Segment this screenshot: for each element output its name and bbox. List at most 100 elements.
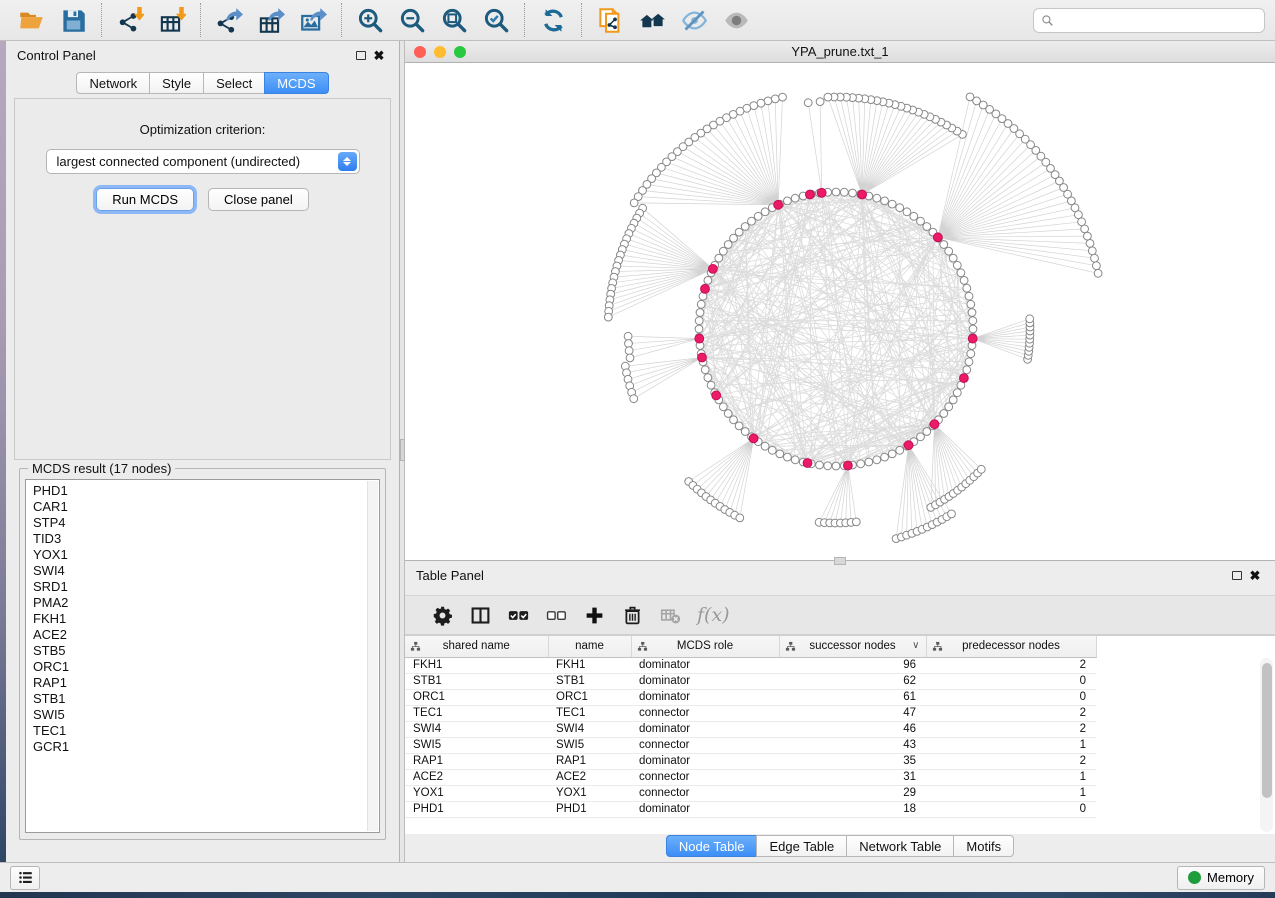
table-row[interactable]: SWI4SWI4dominator462 [405,721,1096,737]
table-cell[interactable]: 29 [779,785,926,801]
table-cell[interactable]: SWI4 [405,721,548,737]
tab-style[interactable]: Style [149,72,204,94]
table-cell[interactable]: dominator [631,673,779,689]
table-cell[interactable]: FKH1 [548,657,631,673]
table-cell[interactable]: 2 [926,657,1096,673]
table-cell[interactable]: ORC1 [405,689,548,705]
mcds-result-item[interactable]: ORC1 [33,659,379,675]
mcds-result-item[interactable]: STB1 [33,691,379,707]
zoom-selected-button[interactable] [475,3,517,37]
mcds-result-item[interactable]: SRD1 [33,579,379,595]
tab-node-table[interactable]: Node Table [666,835,758,857]
clone-network-button[interactable] [589,3,631,37]
table-panel-float-button[interactable] [1228,567,1246,583]
import-network-button[interactable] [109,3,151,37]
column-header-successor-nodes[interactable]: successor nodes∨ [779,636,926,657]
network-window-titlebar[interactable]: YPA_prune.txt_1 [405,41,1275,63]
column-header-mcds-role[interactable]: MCDS role [631,636,779,657]
table-cell[interactable]: 43 [779,737,926,753]
table-cell[interactable]: connector [631,737,779,753]
table-cell[interactable]: TEC1 [405,705,548,721]
table-row[interactable]: YOX1YOX1connector291 [405,785,1096,801]
zoom-out-button[interactable] [391,3,433,37]
mcds-result-item[interactable]: TEC1 [33,723,379,739]
mcds-result-item[interactable]: FKH1 [33,611,379,627]
tab-motifs[interactable]: Motifs [953,835,1014,857]
table-cell[interactable]: connector [631,705,779,721]
mcds-result-list[interactable]: PHD1CAR1STP4TID3YOX1SWI4SRD1PMA2FKH1ACE2… [25,479,380,833]
uncheck-pair-button[interactable] [537,599,575,631]
table-row[interactable]: SWI5SWI5connector431 [405,737,1096,753]
table-row[interactable]: STB1STB1dominator620 [405,673,1096,689]
table-cell[interactable]: SWI5 [405,737,548,753]
hide-selected-button[interactable] [673,3,715,37]
mcds-result-item[interactable]: STB5 [33,643,379,659]
table-row[interactable]: PHD1PHD1dominator180 [405,801,1096,817]
minimize-traffic-light[interactable] [434,46,446,58]
table-cell[interactable]: dominator [631,657,779,673]
table-cell[interactable]: RAP1 [548,753,631,769]
mcds-result-item[interactable]: SWI4 [33,563,379,579]
table-cell[interactable]: connector [631,769,779,785]
table-cell[interactable]: dominator [631,801,779,817]
mcds-result-item[interactable]: YOX1 [33,547,379,563]
mcds-result-item[interactable]: RAP1 [33,675,379,691]
mcds-result-item[interactable]: GCR1 [33,739,379,755]
table-row[interactable]: TEC1TEC1connector472 [405,705,1096,721]
table-cell[interactable]: PHD1 [405,801,548,817]
table-row[interactable]: RAP1RAP1dominator352 [405,753,1096,769]
columns-button[interactable] [461,599,499,631]
export-table-button[interactable] [250,3,292,37]
table-cell[interactable]: FKH1 [405,657,548,673]
column-header-name[interactable]: name [548,636,631,657]
table-cell[interactable]: ACE2 [405,769,548,785]
table-cell[interactable]: dominator [631,721,779,737]
table-cell[interactable]: 0 [926,689,1096,705]
table-row[interactable]: FKH1FKH1dominator962 [405,657,1096,673]
tab-edge-table[interactable]: Edge Table [756,835,847,857]
table-cell[interactable]: 2 [926,753,1096,769]
table-cell[interactable]: dominator [631,689,779,705]
table-row[interactable]: ACE2ACE2connector311 [405,769,1096,785]
table-cell[interactable]: TEC1 [548,705,631,721]
close-panel-button[interactable]: Close panel [208,188,309,211]
table-panel-close-button[interactable]: ✖ [1246,567,1264,583]
result-scrollbar[interactable] [367,481,378,831]
gear-button[interactable] [423,599,461,631]
table-cell[interactable]: SWI4 [548,721,631,737]
table-cell[interactable]: YOX1 [405,785,548,801]
trash-button[interactable] [613,599,651,631]
houses-button[interactable] [631,3,673,37]
table-cell[interactable]: PHD1 [548,801,631,817]
task-history-button[interactable] [10,866,40,890]
zoom-fit-button[interactable] [433,3,475,37]
column-header-shared-name[interactable]: shared name [405,636,548,657]
check-pair-button[interactable] [499,599,537,631]
mcds-result-item[interactable]: STP4 [33,515,379,531]
table-cell[interactable]: 96 [779,657,926,673]
mcds-result-item[interactable]: ACE2 [33,627,379,643]
tab-network-table[interactable]: Network Table [846,835,954,857]
control-panel-close-button[interactable]: ✖ [370,47,388,63]
table-scrollbar-thumb[interactable] [1262,663,1272,798]
tab-network[interactable]: Network [76,72,150,94]
table-cell[interactable]: ORC1 [548,689,631,705]
mcds-result-item[interactable]: SWI5 [33,707,379,723]
table-cell[interactable]: 0 [926,673,1096,689]
search-input[interactable] [1059,13,1257,27]
memory-button[interactable]: Memory [1177,866,1265,890]
plus-button[interactable] [575,599,613,631]
mcds-result-item[interactable]: PMA2 [33,595,379,611]
table-cell[interactable]: 2 [926,705,1096,721]
close-traffic-light[interactable] [414,46,426,58]
table-cell[interactable]: 62 [779,673,926,689]
import-table-button[interactable] [151,3,193,37]
table-cell[interactable]: 46 [779,721,926,737]
table-cell[interactable]: 18 [779,801,926,817]
table-cell[interactable]: ACE2 [548,769,631,785]
column-header-predecessor-nodes[interactable]: predecessor nodes [926,636,1096,657]
table-cell[interactable]: 0 [926,801,1096,817]
table-cell[interactable]: STB1 [548,673,631,689]
table-cell[interactable]: 47 [779,705,926,721]
table-scrollbar[interactable] [1260,658,1273,832]
